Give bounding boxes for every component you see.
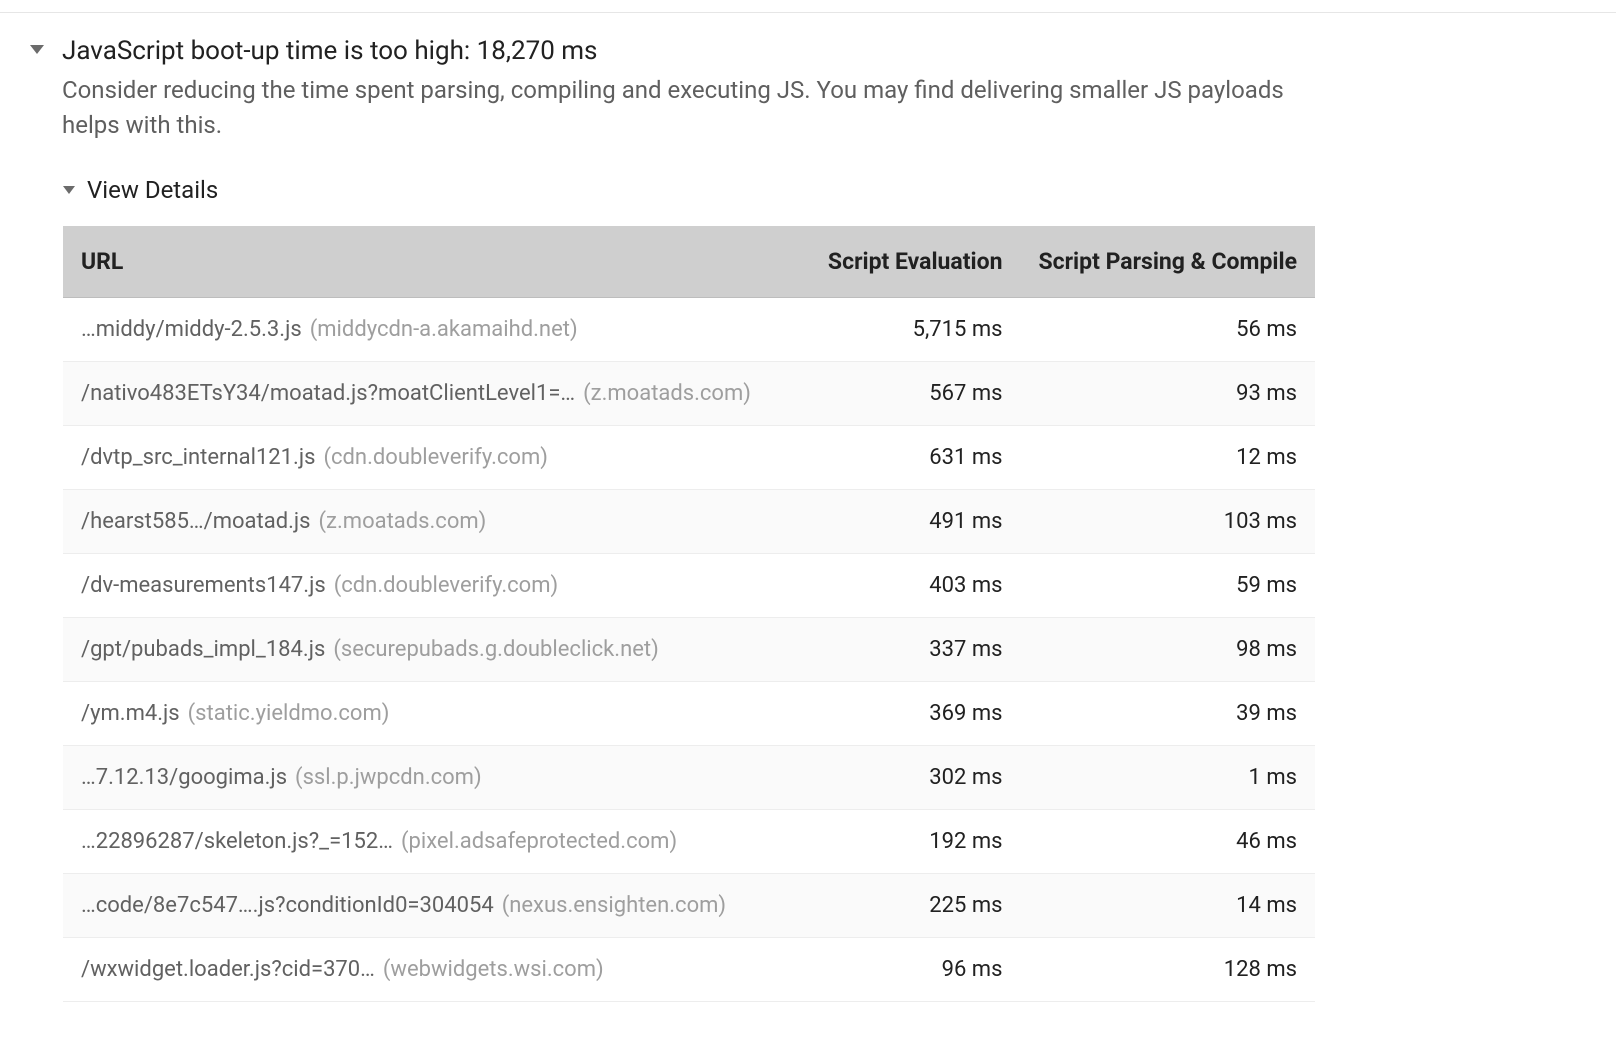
script-parsing-cell: 98 ms [1020, 618, 1315, 682]
script-evaluation-cell: 631 ms [802, 426, 1021, 490]
divider [0, 12, 1616, 13]
url-domain: (z.moatads.com) [319, 509, 487, 534]
url-domain: (pixel.adsafeprotected.com) [401, 829, 677, 854]
url-cell[interactable]: /nativo483ETsY34/moatad.js?moatClientLev… [63, 362, 802, 426]
table-row: …code/8e7c547….js?conditionId0=304054 (ne… [63, 874, 1315, 938]
url-cell[interactable]: /hearst585…/moatad.js (z.moatads.com) [63, 490, 802, 554]
script-parsing-cell: 103 ms [1020, 490, 1315, 554]
url-path: …22896287/skeleton.js?_=152… [81, 829, 393, 854]
chevron-down-icon[interactable] [30, 45, 44, 54]
url-path: /hearst585…/moatad.js [81, 509, 311, 534]
audit-title: JavaScript boot-up time is too high: 18,… [62, 35, 1586, 69]
script-evaluation-cell: 5,715 ms [802, 298, 1021, 362]
url-path: …middy/middy-2.5.3.js [81, 317, 302, 342]
script-evaluation-cell: 403 ms [802, 554, 1021, 618]
script-parsing-cell: 1 ms [1020, 746, 1315, 810]
url-cell[interactable]: /dv-measurements147.js (cdn.doubleverify.… [63, 554, 802, 618]
table-row: /dv-measurements147.js (cdn.doubleverify.… [63, 554, 1315, 618]
url-domain: (z.moatads.com) [583, 381, 751, 406]
url-domain: (middycdn-a.akamaihd.net) [310, 317, 578, 342]
script-evaluation-cell: 225 ms [802, 874, 1021, 938]
table-header-row: URL Script Evaluation Script Parsing & C… [63, 226, 1315, 298]
table-row: /nativo483ETsY34/moatad.js?moatClientLev… [63, 362, 1315, 426]
url-cell[interactable]: …22896287/skeleton.js?_=152… (pixel.adsaf… [63, 810, 802, 874]
table-row: /hearst585…/moatad.js (z.moatads.com) 491 … [63, 490, 1315, 554]
table-row: /wxwidget.loader.js?cid=370… (webwidgets.… [63, 938, 1315, 1002]
url-domain: (static.yieldmo.com) [188, 701, 390, 726]
url-path: /dv-measurements147.js [81, 573, 326, 598]
url-path: …code/8e7c547….js?conditionId0=304054 [81, 893, 494, 918]
script-parsing-cell: 46 ms [1020, 810, 1315, 874]
table-row: …22896287/skeleton.js?_=152… (pixel.adsaf… [63, 810, 1315, 874]
column-header-url: URL [63, 226, 802, 298]
url-domain: (securepubads.g.doubleclick.net) [333, 637, 658, 662]
url-path: /ym.m4.js [81, 701, 180, 726]
table-row: …middy/middy-2.5.3.js (middycdn-a.akamaih… [63, 298, 1315, 362]
table-row: /gpt/pubads_impl_184.js (securepubads.g.d… [63, 618, 1315, 682]
script-evaluation-cell: 369 ms [802, 682, 1021, 746]
audit-description: Consider reducing the time spent parsing… [62, 73, 1342, 143]
url-path: /gpt/pubads_impl_184.js [81, 637, 325, 662]
script-parsing-cell: 39 ms [1020, 682, 1315, 746]
script-parsing-cell: 93 ms [1020, 362, 1315, 426]
url-cell[interactable]: …code/8e7c547….js?conditionId0=304054 (ne… [63, 874, 802, 938]
audit-details: View Details URL Script Evaluation Scrip… [63, 176, 1586, 1002]
column-header-script-parsing: Script Parsing & Compile [1020, 226, 1315, 298]
url-domain: (cdn.doubleverify.com) [323, 445, 547, 470]
url-path: …7.12.13/googima.js [81, 765, 287, 790]
script-parsing-cell: 128 ms [1020, 938, 1315, 1002]
script-parsing-cell: 14 ms [1020, 874, 1315, 938]
view-details-toggle[interactable]: View Details [87, 176, 218, 204]
url-path: /dvtp_src_internal121.js [81, 445, 315, 470]
script-evaluation-cell: 337 ms [802, 618, 1021, 682]
url-domain: (webwidgets.wsi.com) [383, 957, 604, 982]
script-evaluation-cell: 96 ms [802, 938, 1021, 1002]
url-cell[interactable]: …middy/middy-2.5.3.js (middycdn-a.akamaih… [63, 298, 802, 362]
table-row: /dvtp_src_internal121.js (cdn.doubleverif… [63, 426, 1315, 490]
chevron-down-icon[interactable] [63, 186, 75, 194]
url-domain: (nexus.ensighten.com) [502, 893, 726, 918]
url-path: /wxwidget.loader.js?cid=370… [81, 957, 375, 982]
script-parsing-cell: 56 ms [1020, 298, 1315, 362]
column-header-script-evaluation: Script Evaluation [802, 226, 1021, 298]
bootup-time-table: URL Script Evaluation Script Parsing & C… [63, 226, 1315, 1002]
url-cell[interactable]: …7.12.13/googima.js (ssl.p.jwpcdn.com) [63, 746, 802, 810]
script-parsing-cell: 12 ms [1020, 426, 1315, 490]
table-row: /ym.m4.js (static.yieldmo.com) 369 ms39 ms [63, 682, 1315, 746]
url-domain: (ssl.p.jwpcdn.com) [295, 765, 482, 790]
table-row: …7.12.13/googima.js (ssl.p.jwpcdn.com) 302… [63, 746, 1315, 810]
script-evaluation-cell: 567 ms [802, 362, 1021, 426]
url-cell[interactable]: /dvtp_src_internal121.js (cdn.doubleverif… [63, 426, 802, 490]
script-parsing-cell: 59 ms [1020, 554, 1315, 618]
script-evaluation-cell: 491 ms [802, 490, 1021, 554]
url-path: /nativo483ETsY34/moatad.js?moatClientLev… [81, 381, 575, 406]
url-domain: (cdn.doubleverify.com) [334, 573, 558, 598]
script-evaluation-cell: 192 ms [802, 810, 1021, 874]
url-cell[interactable]: /wxwidget.loader.js?cid=370… (webwidgets.… [63, 938, 802, 1002]
script-evaluation-cell: 302 ms [802, 746, 1021, 810]
audit-item: JavaScript boot-up time is too high: 18,… [0, 35, 1616, 1002]
url-cell[interactable]: /ym.m4.js (static.yieldmo.com) [63, 682, 802, 746]
url-cell[interactable]: /gpt/pubads_impl_184.js (securepubads.g.d… [63, 618, 802, 682]
